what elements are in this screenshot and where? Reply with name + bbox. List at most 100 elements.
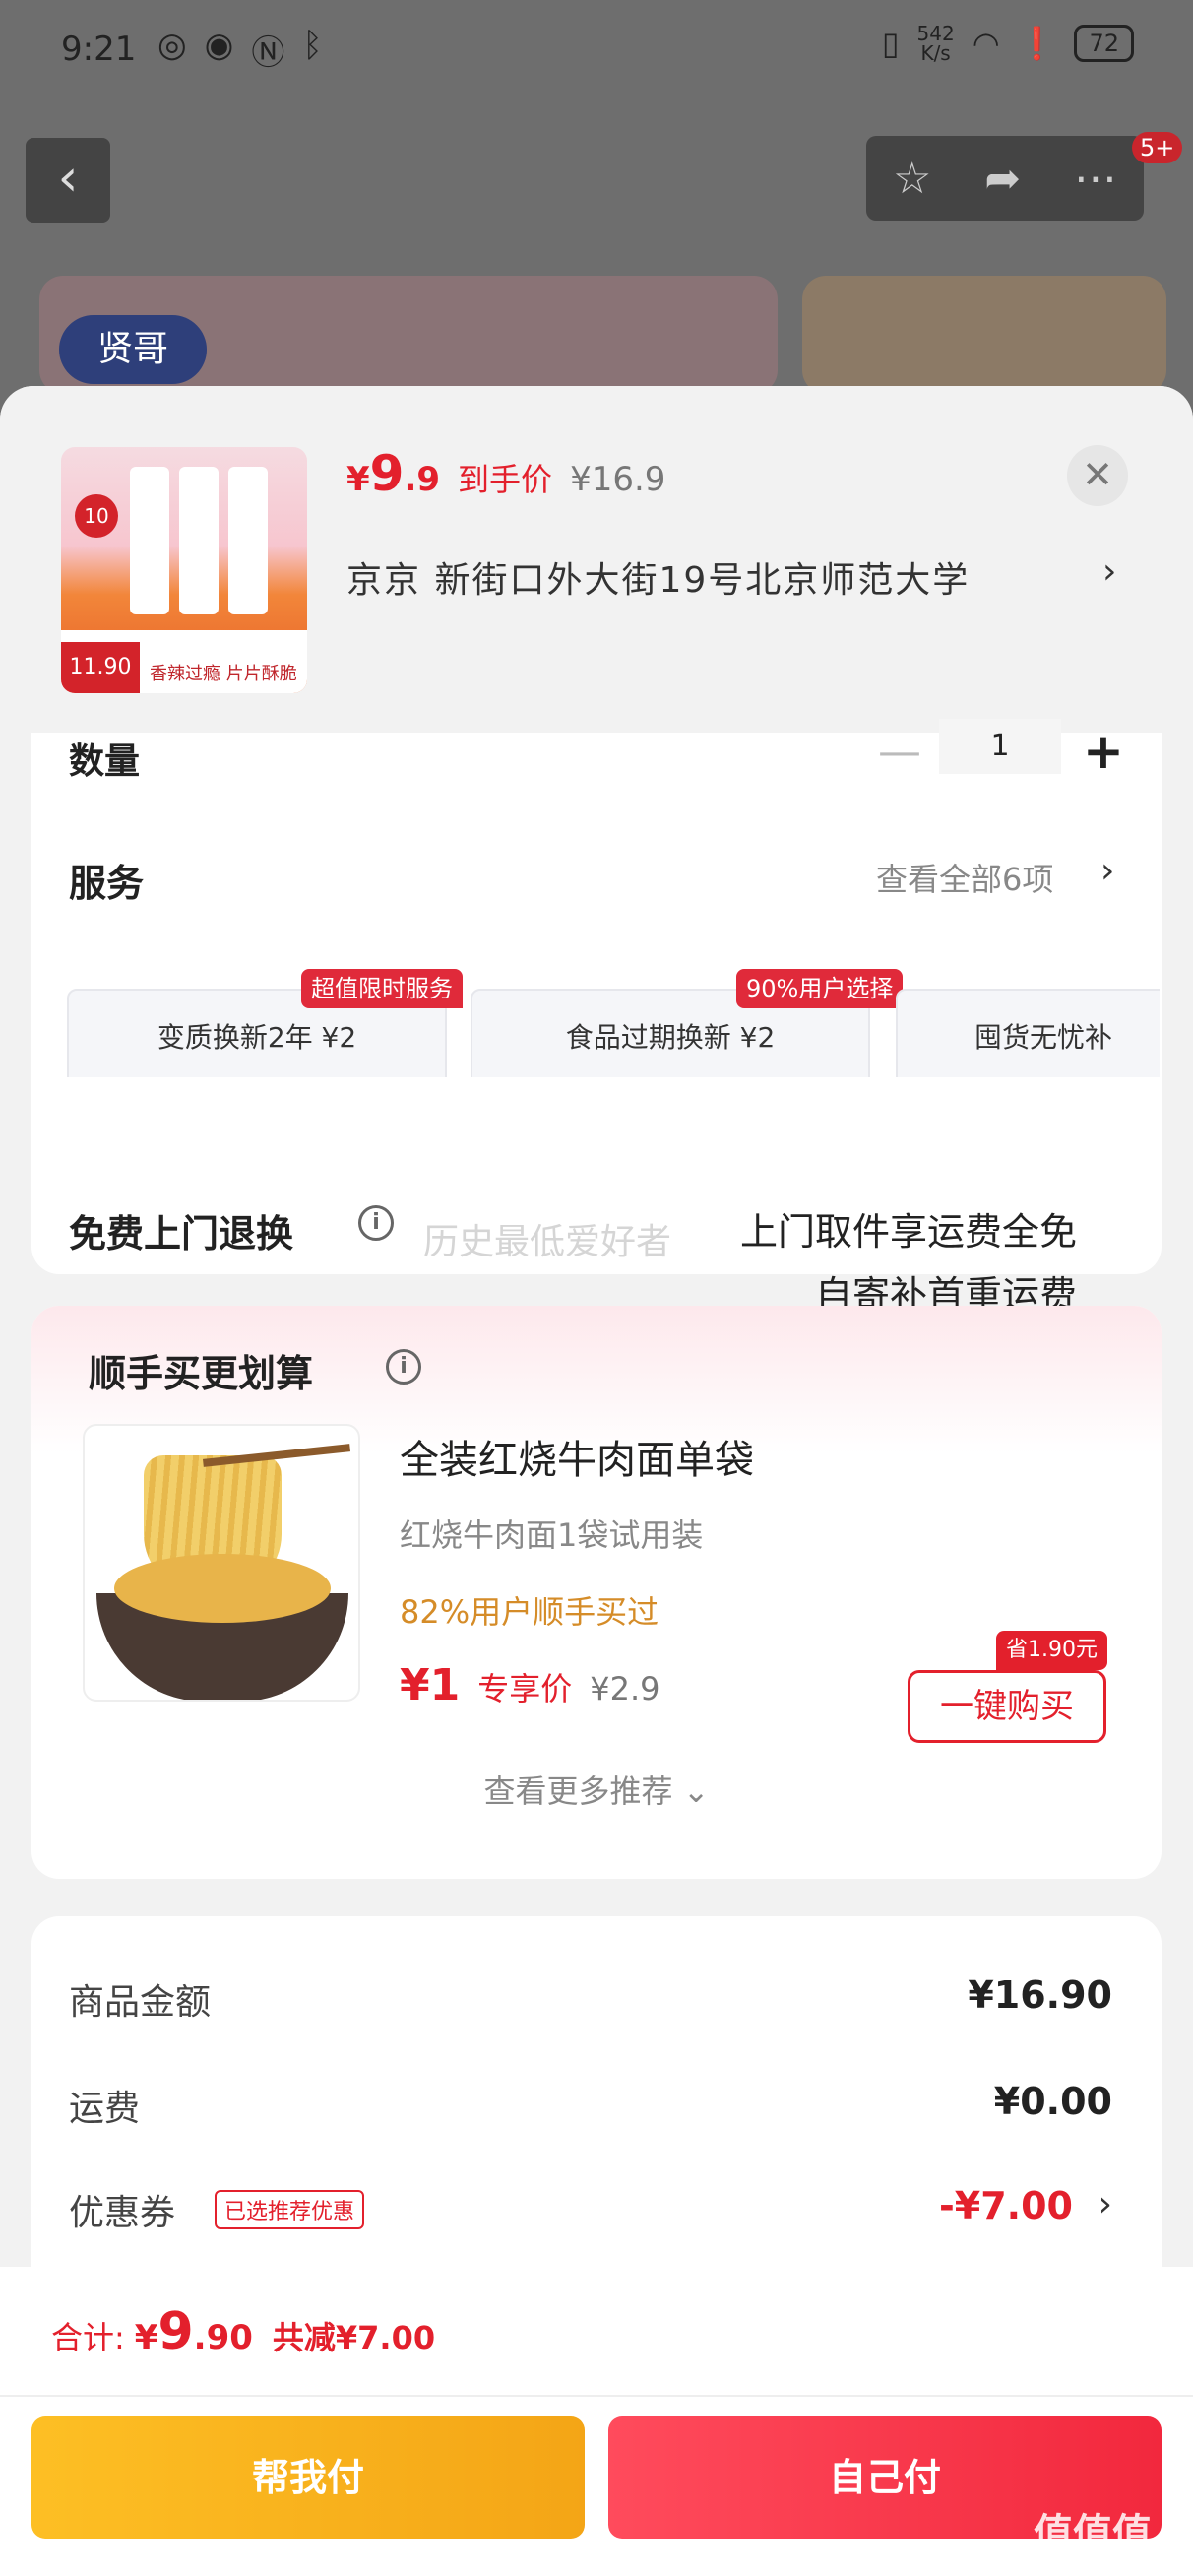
app-notification-icon: ◎	[157, 26, 187, 65]
goods-amount-value: ¥16.90	[968, 1973, 1112, 2017]
more-recommendations-label: 查看更多推荐	[483, 1772, 673, 1810]
more-icon[interactable]: ⋯	[1074, 154, 1117, 204]
service-badge: 90%用户选择	[736, 969, 904, 1008]
bundle-price-tag: 专享价	[477, 1670, 573, 1707]
site-watermark-domain: zhizhizhi.com	[1034, 2558, 1154, 2576]
total-integer: 9	[157, 2302, 194, 2361]
chevron-right-icon[interactable]: ›	[1100, 851, 1114, 891]
package-image	[179, 467, 219, 614]
bundle-price: ¥1	[400, 1660, 461, 1710]
status-left-icons: ◎ ◉ Ⓝ ᛒ	[157, 26, 323, 74]
notification-badge: 5+	[1132, 132, 1183, 163]
service-option-label: 变质换新2年 ¥2	[157, 1021, 357, 1054]
total-decimal: .90	[193, 2318, 253, 2357]
bundle-card: 顺手买更划算 i 全装红烧牛肉面单袋 红烧牛肉面1袋试用装 82%用户顺手买过 …	[31, 1306, 1162, 1879]
price-line: ¥9.9 到手价 ¥16.9	[346, 445, 665, 502]
net-speed-unit: K/s	[920, 41, 951, 65]
increase-button[interactable]: +	[1083, 723, 1124, 780]
divider	[0, 2395, 1193, 2397]
sheet-header: 10 11.90 香辣过瘾 片片酥脆 ¥9.9 到手价 ¥16.9 ✕ 京京 新…	[0, 386, 1193, 733]
bundle-product-subtitle: 红烧牛肉面1袋试用装	[400, 1516, 704, 1554]
chevron-right-icon[interactable]: ›	[1099, 2184, 1112, 2224]
savings-badge: 省1.90元	[996, 1631, 1107, 1670]
service-option-label: 食品过期换新 ¥2	[565, 1021, 776, 1054]
star-icon[interactable]: ☆	[893, 154, 931, 204]
free-return-label: 免费上门退换	[69, 1212, 294, 1256]
package-image	[228, 467, 268, 614]
noodle-top-image	[114, 1554, 331, 1623]
price-integer: 9	[369, 445, 405, 502]
original-price: ¥16.9	[570, 460, 666, 499]
bluetooth-icon: ᛒ	[302, 26, 323, 65]
service-options: 变质换新2年 ¥2 超值限时服务 食品过期换新 ¥2 90%用户选择 囤货无忧补	[67, 969, 1160, 1077]
close-button[interactable]: ✕	[1067, 445, 1128, 506]
package-image	[130, 467, 169, 614]
bundle-product-title[interactable]: 全装红烧牛肉面单袋	[400, 1428, 754, 1485]
nfc-icon: Ⓝ	[251, 33, 285, 73]
final-price: ¥9.9	[346, 445, 440, 502]
coupon-tag: 已选推荐优惠	[215, 2190, 365, 2229]
share-icon[interactable]: ➦	[984, 154, 1021, 204]
goods-amount-row: 商品金额 ¥16.90	[69, 1973, 1112, 2032]
shipping-value: ¥0.00	[993, 2080, 1112, 2123]
help-me-pay-button[interactable]: 帮我付	[31, 2416, 585, 2539]
purchase-sheet: 10 11.90 香辣过瘾 片片酥脆 ¥9.9 到手价 ¥16.9 ✕ 京京 新…	[0, 386, 1193, 2576]
background-banner-secondary	[802, 276, 1166, 394]
top-actions: ☆ ➦ ⋯	[866, 136, 1144, 221]
free-return-line1: 上门取件享运费全免	[739, 1210, 1077, 1254]
bundle-product-popularity: 82%用户顺手买过	[400, 1593, 659, 1631]
one-click-buy-button[interactable]: 一键购买	[908, 1670, 1106, 1743]
price-decimal: .9	[404, 460, 441, 499]
service-option[interactable]: 囤货无忧补	[896, 989, 1160, 1077]
background-page: ‹ ☆ ➦ ⋯ 5+ 贤哥	[0, 98, 1193, 394]
coupon-label: 优惠券	[69, 2193, 176, 2233]
vibrate-icon: ▯	[881, 25, 900, 62]
site-watermark: 值值值 zhizhizhi.com	[1034, 2501, 1181, 2576]
shipping-row: 运费 ¥0.00	[69, 2080, 1112, 2139]
back-button[interactable]: ‹	[26, 138, 110, 223]
service-badge: 超值限时服务	[301, 969, 463, 1008]
bundle-product-image[interactable]	[83, 1424, 360, 1702]
wifi-icon: ◠	[972, 25, 1000, 62]
close-icon: ✕	[1082, 453, 1113, 496]
thumbnail-slogan: 香辣过瘾 片片酥脆	[150, 664, 297, 684]
bundle-original-price: ¥2.9	[590, 1670, 660, 1707]
currency-symbol: ¥	[346, 460, 370, 499]
quantity-label: 数量	[69, 741, 141, 782]
status-right-icons: ▯ 542 K/s ◠ ❗ 72	[882, 24, 1134, 63]
delivery-address[interactable]: 京京 新街口外大街19号北京师范大学	[346, 551, 970, 603]
thumbnail-price: 11.90	[61, 642, 140, 693]
total-discount: 共减¥7.00	[272, 2319, 436, 2356]
total-amount: ¥9.90	[135, 2302, 253, 2361]
bundle-title: 顺手买更划算	[89, 1352, 314, 1395]
goods-amount-label: 商品金额	[69, 1982, 212, 2023]
decrease-button[interactable]: —	[878, 727, 921, 777]
price-tag: 到手价	[458, 461, 553, 498]
options-card: 数量 — 1 + 服务 查看全部6项 › 变质换新2年 ¥2 超值限时服务 食品…	[31, 719, 1162, 1317]
site-watermark-text: 值值值	[1034, 2511, 1152, 2556]
battery-icon: 72	[1074, 25, 1134, 62]
total-label: 合计:	[51, 2319, 125, 2356]
product-thumbnail[interactable]: 10 11.90 香辣过瘾 片片酥脆	[61, 447, 307, 693]
total-line: 合计: ¥9.90 共减¥7.00	[51, 2302, 435, 2361]
alert-icon: ❗	[1017, 25, 1057, 62]
chevron-right-icon[interactable]: ›	[1102, 551, 1116, 592]
chevron-left-icon: ‹	[57, 149, 79, 208]
service-option-label: 囤货无忧补	[973, 1021, 1112, 1054]
pack-count-badge: 10	[75, 494, 118, 538]
services-label: 服务	[69, 862, 145, 905]
quantity-input[interactable]: 1	[939, 719, 1061, 774]
clock: 9:21	[61, 30, 137, 69]
coupon-row[interactable]: 优惠券 已选推荐优惠 -¥7.00 ›	[69, 2184, 1112, 2243]
chevron-down-icon: ⌄	[682, 1772, 710, 1810]
brand-logo: 贤哥	[59, 315, 207, 384]
net-speed: 542 K/s	[917, 24, 955, 63]
info-icon[interactable]: i	[358, 1205, 394, 1241]
info-icon[interactable]: i	[386, 1349, 421, 1385]
coupon-value: -¥7.00	[939, 2184, 1073, 2227]
checkout-bar: 合计: ¥9.90 共减¥7.00 帮我付 自己付	[0, 2267, 1193, 2576]
more-recommendations[interactable]: 查看更多推荐 ⌄	[31, 1767, 1162, 1812]
view-all-services[interactable]: 查看全部6项	[876, 855, 1053, 900]
shipping-label: 运费	[69, 2089, 141, 2129]
status-bar: 9:21 ◎ ◉ Ⓝ ᛒ ▯ 542 K/s ◠ ❗ 72	[0, 0, 1193, 98]
